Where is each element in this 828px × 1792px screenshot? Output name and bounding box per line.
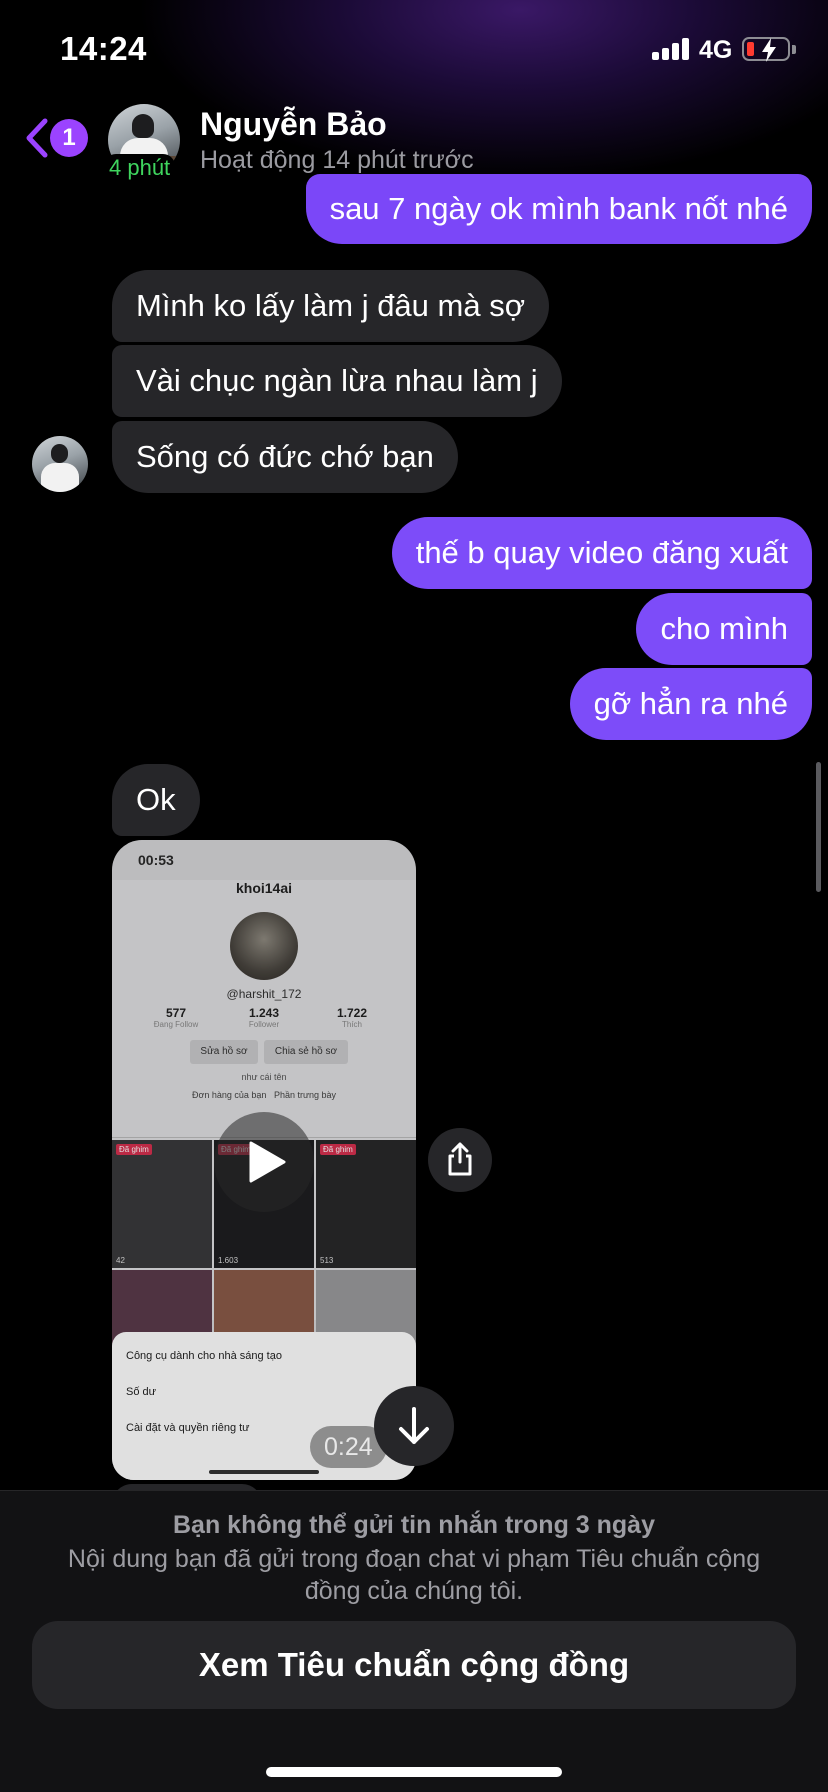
arrow-down-icon — [399, 1407, 429, 1444]
contact-avatar-small[interactable] — [32, 436, 88, 492]
back-button[interactable]: 1 — [24, 114, 94, 164]
message-bubble-incoming[interactable]: Sống có đức chớ bạn — [112, 421, 458, 493]
chevron-left-icon — [26, 118, 48, 158]
active-time-badge: 4 phút — [104, 154, 176, 182]
message-bubble-outgoing[interactable]: cho mình — [636, 593, 812, 665]
share-icon — [448, 1142, 472, 1176]
status-bar: 14:24 4G — [0, 0, 828, 100]
scrollbar-thumb[interactable] — [816, 762, 821, 892]
scroll-to-bottom-button[interactable] — [374, 1386, 454, 1466]
activity-status: Hoạt động 14 phút trước — [200, 146, 474, 174]
battery-icon — [742, 37, 790, 62]
play-icon — [249, 1141, 286, 1183]
video-message[interactable]: 00:53 khoi14ai @harshit_172 577 Đang Foll… — [112, 840, 416, 1480]
message-bubble-outgoing[interactable]: sau 7 ngày ok mình bank nốt nhé — [305, 174, 812, 244]
battery-cap — [792, 45, 796, 54]
message-bubble-incoming[interactable]: Ok — [112, 764, 200, 836]
message-bubble-incoming[interactable]: Mình ko lấy làm j đâu mà sợ — [112, 270, 550, 342]
messaging-restriction-panel: Bạn không thể gửi tin nhắn trong 3 ngày … — [0, 1490, 828, 1792]
message-bubble-outgoing[interactable]: thế b quay video đăng xuất — [391, 517, 812, 589]
play-button[interactable] — [214, 1112, 314, 1212]
restriction-description: Nội dung bạn đã gửi trong đoạn chat vi p… — [67, 1545, 761, 1605]
restriction-title: Bạn không thể gửi tin nhắn trong 3 ngày — [173, 1511, 655, 1539]
unread-badge: 1 — [50, 119, 88, 157]
status-time: 14:24 — [60, 30, 147, 67]
network-type: 4G — [699, 36, 733, 64]
home-indicator[interactable] — [266, 1767, 562, 1777]
signal-icon — [652, 38, 692, 60]
contact-name[interactable]: Nguyễn Bảo — [200, 106, 387, 143]
share-button[interactable] — [428, 1128, 492, 1192]
message-bubble-outgoing[interactable]: gỡ hẳn ra nhé — [569, 668, 812, 740]
chat-header: 1 4 phút Nguyễn Bảo Hoạt động 14 phút tr… — [0, 100, 828, 184]
message-bubble-incoming[interactable]: Vài chục ngàn lừa nhau làm j — [112, 345, 562, 417]
view-community-standards-button[interactable]: Xem Tiêu chuẩn cộng đồng — [32, 1621, 796, 1709]
